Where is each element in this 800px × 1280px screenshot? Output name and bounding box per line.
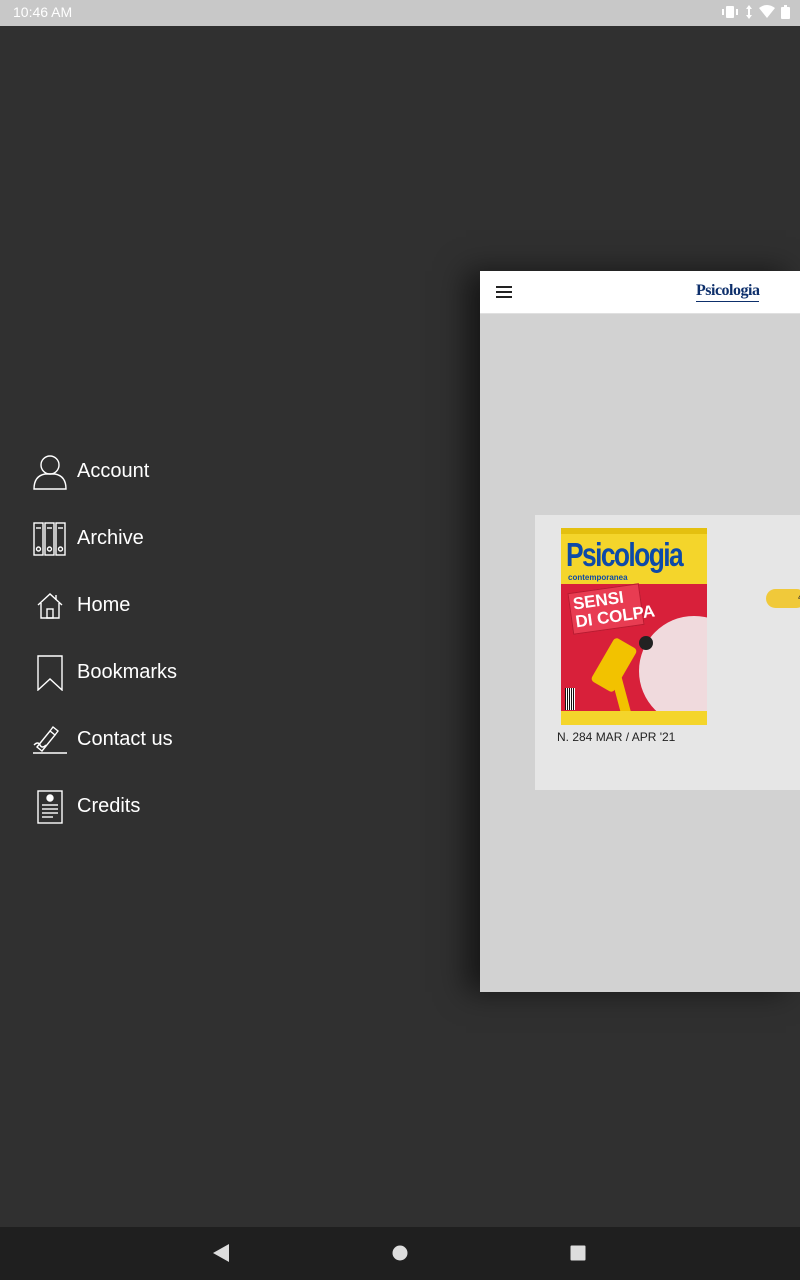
menu-label-credits: Credits (77, 795, 141, 817)
menu-label-home: Home (77, 594, 131, 616)
data-arrows-icon (746, 5, 752, 19)
brand-logo: Psicologia (696, 282, 760, 302)
menu-item-credits[interactable]: Credits (32, 773, 432, 840)
issue-pill-badge[interactable]: 4 (766, 589, 800, 608)
menu-item-archive[interactable]: Archive (32, 505, 432, 572)
brand-logo-text: Psicologia (696, 282, 760, 299)
menu-item-bookmarks[interactable]: Bookmarks (32, 639, 432, 706)
id-card-icon (32, 787, 68, 827)
drawer-menu: Account Archive Home Bookmarks Contact u… (32, 438, 432, 840)
barcode (565, 688, 575, 710)
home-icon (32, 586, 68, 626)
menu-label-bookmarks: Bookmarks (77, 661, 178, 683)
magazine-cover[interactable]: Psicologia contemporanea SENSI DI COLPA (561, 528, 707, 725)
cover-title: Psicologia (566, 536, 684, 573)
menu-label-archive: Archive (77, 527, 144, 549)
issue-label: N. 284 MAR / APR '21 (557, 730, 676, 744)
home-circle-icon[interactable] (392, 1245, 408, 1261)
system-nav-bar (0, 1227, 800, 1280)
status-bar: 10:46 AM (0, 0, 800, 26)
app-toolbar: Psicologia (480, 271, 800, 314)
menu-item-account[interactable]: Account (32, 438, 432, 505)
status-time: 10:46 AM (13, 4, 73, 20)
hamburger-menu-icon[interactable] (496, 286, 512, 298)
binders-icon (32, 519, 68, 559)
status-icons (721, 5, 790, 19)
battery-icon (781, 5, 790, 19)
person-icon (32, 452, 68, 492)
wifi-icon (759, 5, 775, 18)
vibrate-icon (722, 6, 738, 18)
menu-item-contact-us[interactable]: Contact us (32, 706, 432, 773)
signature-pen-icon (32, 720, 68, 760)
back-icon[interactable] (212, 1243, 230, 1263)
app-content-panel[interactable]: Psicologia Psicologia contemporanea SENS… (480, 271, 800, 992)
menu-label-contact-us: Contact us (77, 728, 173, 750)
menu-item-home[interactable]: Home (32, 572, 432, 639)
cover-subtitle: contemporanea (568, 573, 628, 582)
recents-icon[interactable] (570, 1245, 586, 1261)
bookmark-icon (32, 653, 68, 693)
issue-card[interactable]: Psicologia contemporanea SENSI DI COLPA … (535, 515, 800, 790)
menu-label-account: Account (77, 460, 150, 482)
